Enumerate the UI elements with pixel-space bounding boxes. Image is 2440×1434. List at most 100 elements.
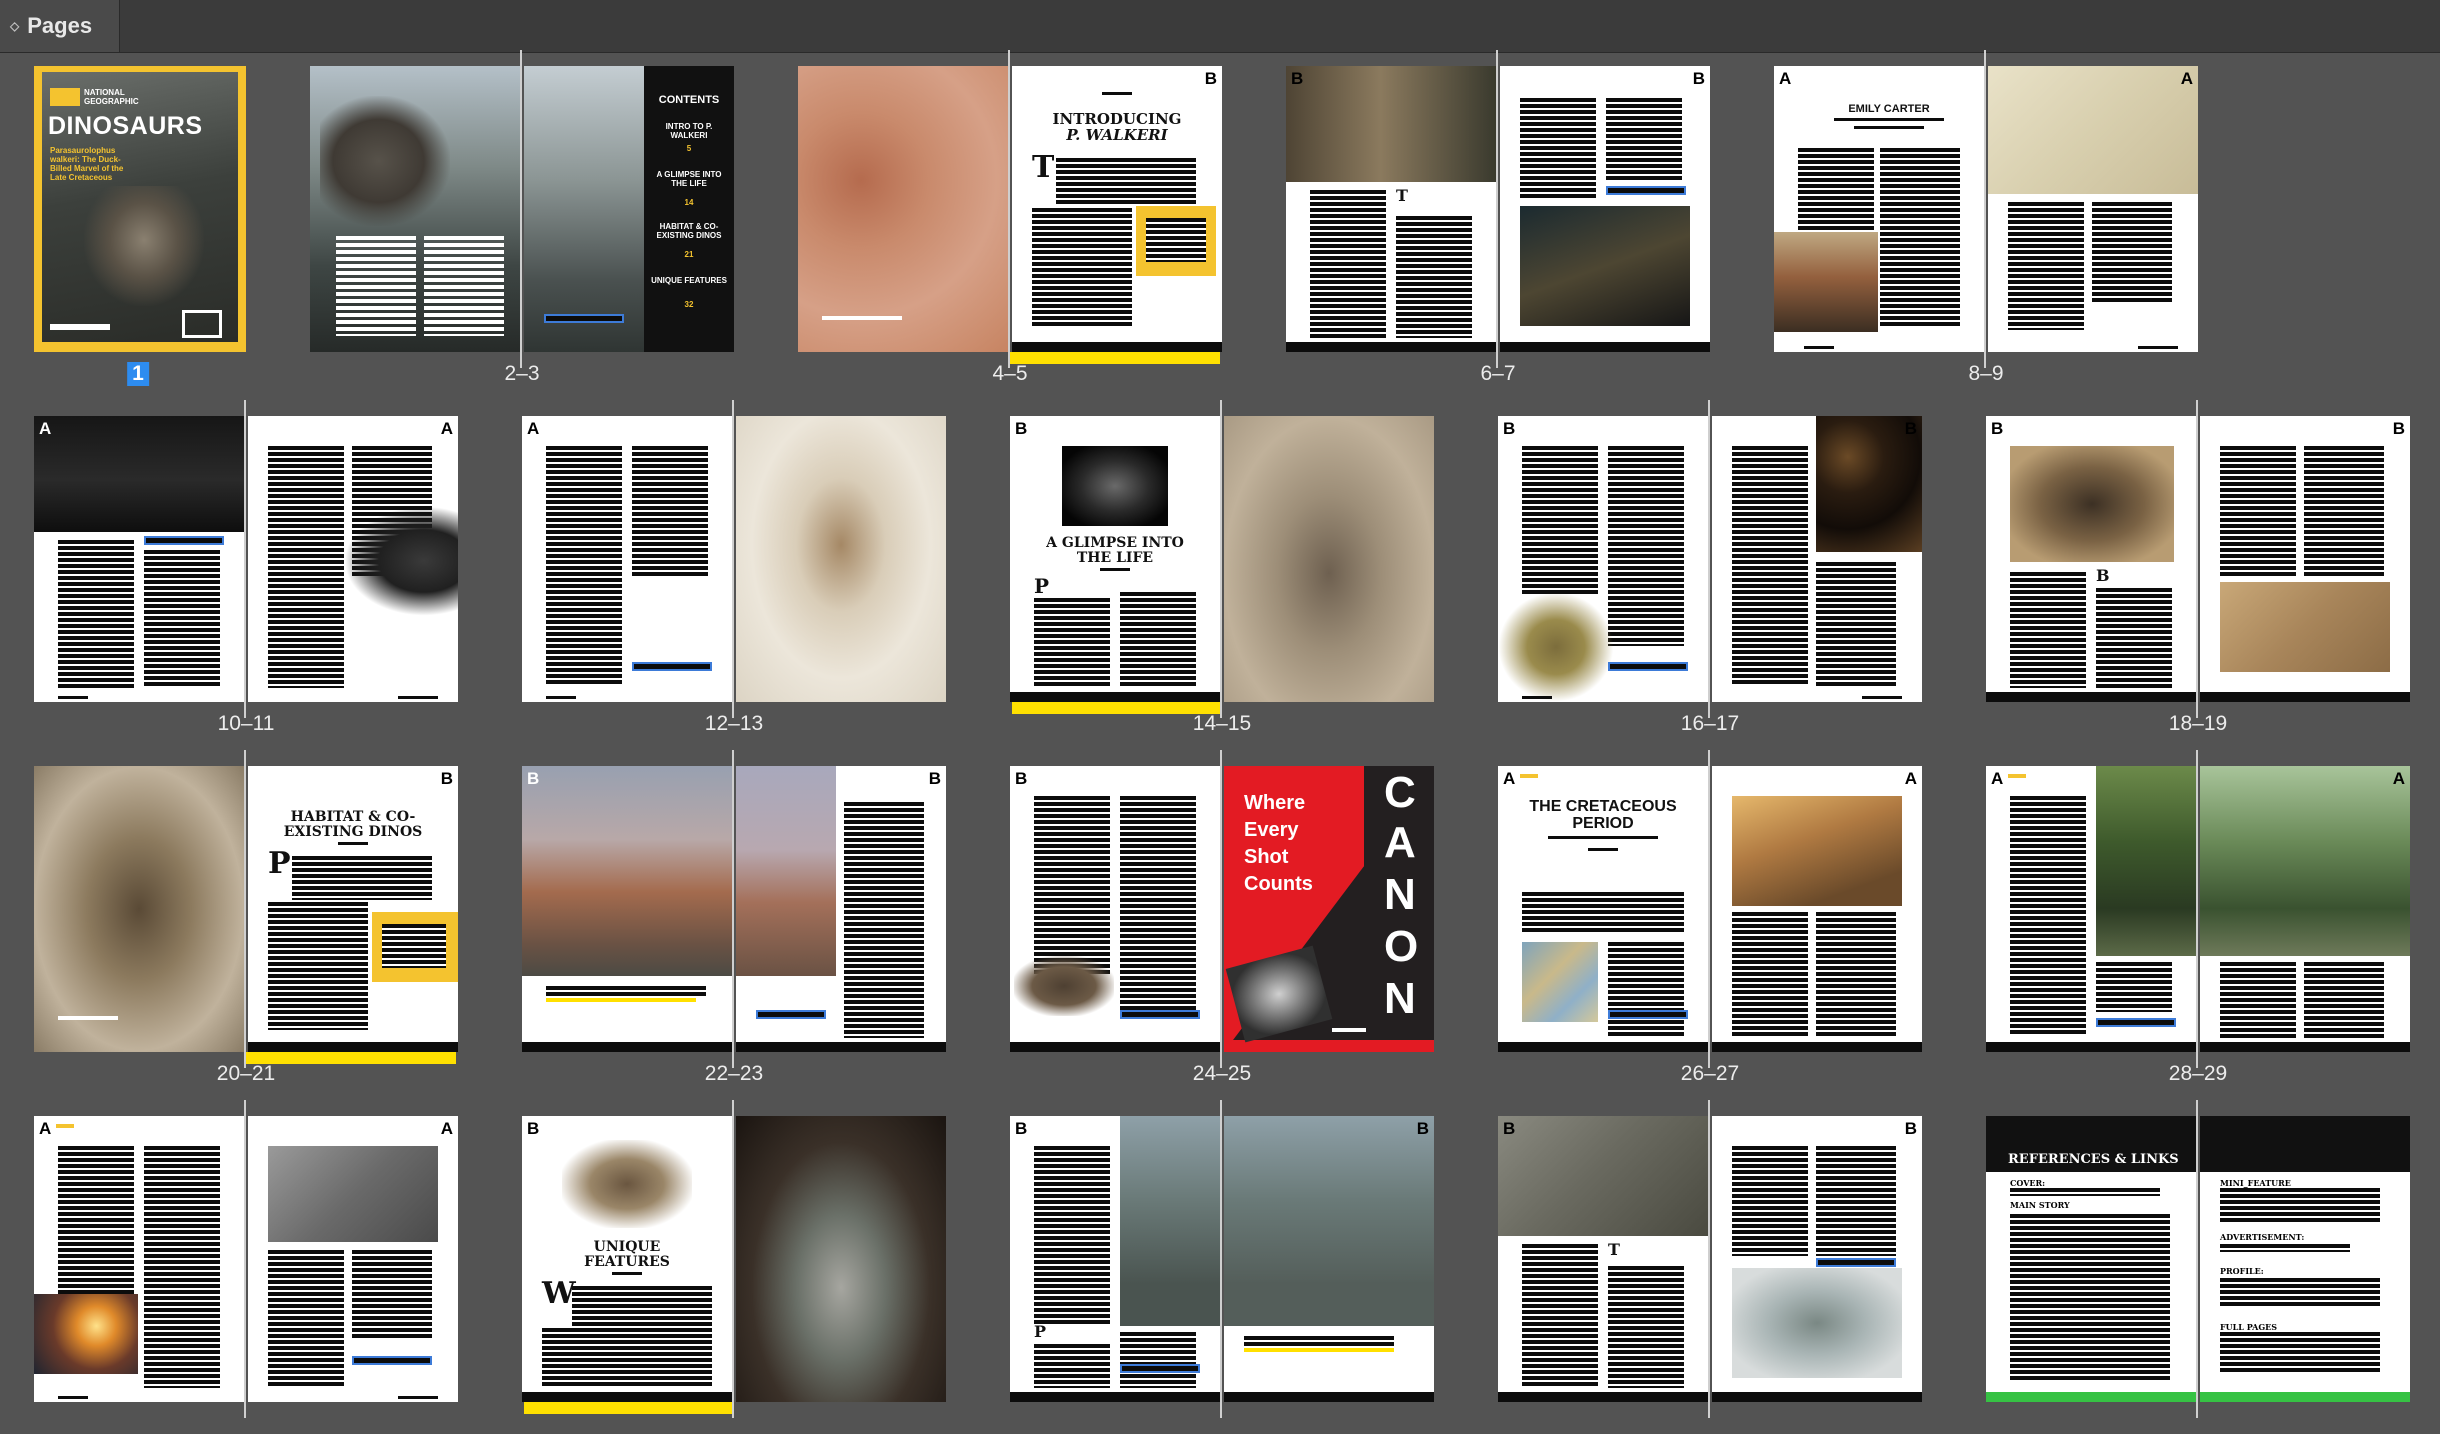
page-24-thumbnail[interactable]: B	[1010, 766, 1220, 1052]
page-14-thumbnail[interactable]: B A GLIMPSE INTO THE LIFE P	[1010, 416, 1220, 702]
panel-collapse-icon[interactable]: ◇	[10, 19, 19, 33]
spread-label[interactable]: 28–29	[2169, 1062, 2227, 1086]
page-16-thumbnail[interactable]: B	[1498, 416, 1708, 702]
body-text	[2220, 1244, 2350, 1252]
spread-label[interactable]: 6–7	[1480, 362, 1515, 386]
pages-panel-tab[interactable]: ◇ Pages	[0, 0, 120, 52]
spread-12-13[interactable]: A 12–13	[522, 400, 946, 735]
spread-label[interactable]: 14–15	[1193, 712, 1251, 736]
body-text	[2010, 572, 2086, 688]
spread-24-25[interactable]: B Where Every Shot Counts C A N O N 24–2…	[1010, 750, 1434, 1085]
spread-label[interactable]: 20–21	[217, 1062, 275, 1086]
page-13-thumbnail[interactable]	[736, 416, 946, 702]
spread-32-33[interactable]: B UNIQUE FEATURES W	[522, 1100, 946, 1418]
cover-barcode	[182, 310, 222, 338]
page-22-thumbnail[interactable]: B	[522, 766, 732, 1052]
spread-2-3[interactable]: CONTENTS INTRO TO P. WALKERI 5 A GLIMPSE…	[310, 50, 734, 385]
contents-item: HABITAT & CO-EXISTING DINOS	[656, 222, 722, 240]
page-39-thumbnail[interactable]: MINI_FEATURE ADVERTISEMENT: PROFILE: FUL…	[2200, 1116, 2410, 1402]
spread-page-1[interactable]: NATIONAL GEOGRAPHIC DINOSAURS Parasaurol…	[34, 66, 246, 386]
page-18-thumbnail[interactable]: B B	[1986, 416, 2196, 702]
page-27-thumbnail[interactable]: A	[1712, 766, 1922, 1052]
spread-14-15[interactable]: B A GLIMPSE INTO THE LIFE P 14–15	[1010, 400, 1434, 735]
page-26-thumbnail[interactable]: A THE CRETACEOUS PERIOD	[1498, 766, 1708, 1052]
page-4-thumbnail[interactable]	[798, 66, 1008, 352]
spread-label[interactable]: 24–25	[1193, 1062, 1251, 1086]
spread-label[interactable]: 4–5	[992, 362, 1027, 386]
page-38-thumbnail[interactable]: REFERENCES & LINKS COVER: MAIN STORY	[1986, 1116, 2196, 1402]
dinosaur-head-illustration	[1732, 1268, 1902, 1378]
page-21-thumbnail[interactable]: B HABITAT & CO-EXISTING DINOS P	[248, 766, 458, 1052]
references-section: MINI_FEATURE	[2220, 1178, 2291, 1188]
cover-page-thumbnail[interactable]: NATIONAL GEOGRAPHIC DINOSAURS Parasaurol…	[34, 66, 246, 352]
spread-6-7[interactable]: B T B 6–7	[1286, 50, 1710, 385]
spread-10-11[interactable]: A A 10–11	[34, 400, 458, 735]
footer-bar	[1804, 346, 1834, 349]
rule	[1854, 126, 1924, 129]
page-number-label[interactable]: 1	[127, 362, 149, 386]
footer-bar	[2200, 1042, 2410, 1052]
page-29-thumbnail[interactable]: A	[2200, 766, 2410, 1052]
spread-28-29[interactable]: A A 28–29	[1986, 750, 2410, 1085]
spread-20-21[interactable]: B HABITAT & CO-EXISTING DINOS P 20–21	[34, 750, 458, 1085]
spread-label[interactable]: 16–17	[1681, 712, 1739, 736]
ad-tagline-line: Every	[1244, 819, 1299, 841]
crest-skull-photo	[562, 1140, 692, 1228]
ad-brand-letter: O	[1384, 922, 1419, 971]
spread-label[interactable]: 10–11	[218, 712, 275, 736]
page-2-thumbnail[interactable]	[310, 66, 520, 352]
page-6-thumbnail[interactable]: B T	[1286, 66, 1496, 352]
body-text	[2096, 962, 2172, 1012]
page-36-thumbnail[interactable]: B T	[1498, 1116, 1708, 1402]
spread-label[interactable]: 22–23	[705, 1062, 763, 1086]
page-12-thumbnail[interactable]: A	[522, 416, 732, 702]
page-23-thumbnail[interactable]: B	[736, 766, 946, 1052]
page-15-thumbnail[interactable]	[1224, 416, 1434, 702]
page-33-thumbnail[interactable]	[736, 1116, 946, 1402]
spread-8-9[interactable]: A EMILY CARTER A 8–9	[1774, 50, 2198, 385]
spread-22-23[interactable]: B B 22–23	[522, 750, 946, 1085]
page-20-thumbnail[interactable]	[34, 766, 244, 1052]
spread-label[interactable]: 18–19	[2169, 712, 2227, 736]
body-text	[268, 1250, 344, 1388]
spread-30-31[interactable]: A A	[34, 1100, 458, 1418]
spread-4-5[interactable]: B INTRODUCING P. WALKERI T 4–5	[798, 50, 1222, 385]
article-heading: THE CRETACEOUS PERIOD	[1529, 798, 1677, 832]
spread-label[interactable]: 26–27	[1681, 1062, 1739, 1086]
spread-26-27[interactable]: A THE CRETACEOUS PERIOD A 26–27	[1498, 750, 1922, 1085]
page-37-thumbnail[interactable]: B	[1712, 1116, 1922, 1402]
page-8-thumbnail[interactable]: A EMILY CARTER	[1774, 66, 1984, 352]
page-7-thumbnail[interactable]: B	[1500, 66, 1710, 352]
page-32-thumbnail[interactable]: B UNIQUE FEATURES W	[522, 1116, 732, 1402]
spread-label[interactable]: 2–3	[504, 362, 539, 386]
page-highlight-bar	[1012, 702, 1220, 714]
spread-36-37[interactable]: B T B	[1498, 1100, 1922, 1418]
footer-bar	[1010, 692, 1220, 702]
page-34-thumbnail[interactable]: B P	[1010, 1116, 1220, 1402]
spine-line	[1496, 50, 1498, 368]
page-35-thumbnail[interactable]: B	[1224, 1116, 1434, 1402]
spread-16-17[interactable]: B B 16–17	[1498, 400, 1922, 735]
hyperlink-marker	[1606, 186, 1686, 195]
page-31-thumbnail[interactable]: A	[248, 1116, 458, 1402]
spread-label[interactable]: 8–9	[1968, 362, 2003, 386]
spread-34-35[interactable]: B P B	[1010, 1100, 1434, 1418]
spine-line	[1220, 1100, 1222, 1418]
page-28-thumbnail[interactable]: A	[1986, 766, 2196, 1052]
spread-label[interactable]: 12–13	[705, 712, 763, 736]
page-highlight-bar	[1010, 352, 1220, 364]
page-3-thumbnail[interactable]: CONTENTS INTRO TO P. WALKERI 5 A GLIMPSE…	[524, 66, 734, 352]
canon-advertisement-page[interactable]: Where Every Shot Counts C A N O N	[1224, 766, 1434, 1052]
page-9-thumbnail[interactable]: A	[1988, 66, 2198, 352]
body-text	[2008, 202, 2084, 330]
page-17-thumbnail[interactable]: B	[1712, 416, 1922, 702]
spread-38-39[interactable]: REFERENCES & LINKS COVER: MAIN STORY MIN…	[1986, 1100, 2410, 1418]
page-5-thumbnail[interactable]: B INTRODUCING P. WALKERI T	[1012, 66, 1222, 352]
page-10-thumbnail[interactable]: A	[34, 416, 244, 702]
page-11-thumbnail[interactable]: A	[248, 416, 458, 702]
spread-18-19[interactable]: B B B 18–19	[1986, 400, 2410, 735]
page-30-thumbnail[interactable]: A	[34, 1116, 244, 1402]
page-19-thumbnail[interactable]: B	[2200, 416, 2410, 702]
body-text	[2010, 796, 2086, 1036]
fossil-footprint-image	[798, 66, 1008, 352]
